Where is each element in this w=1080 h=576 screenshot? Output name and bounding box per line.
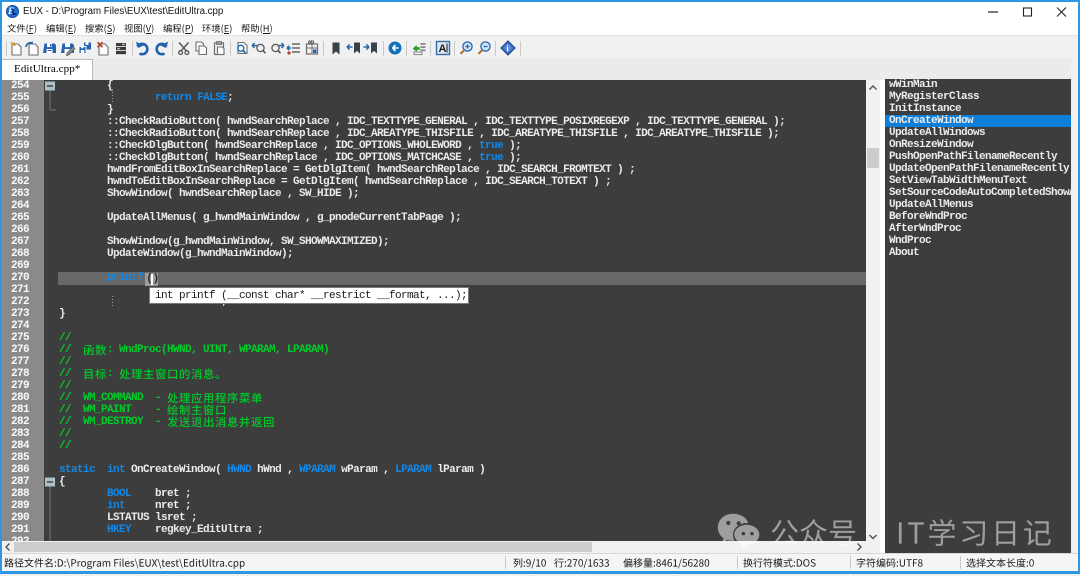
svg-text:ab: ab — [308, 40, 315, 46]
svg-text:A: A — [438, 43, 446, 55]
